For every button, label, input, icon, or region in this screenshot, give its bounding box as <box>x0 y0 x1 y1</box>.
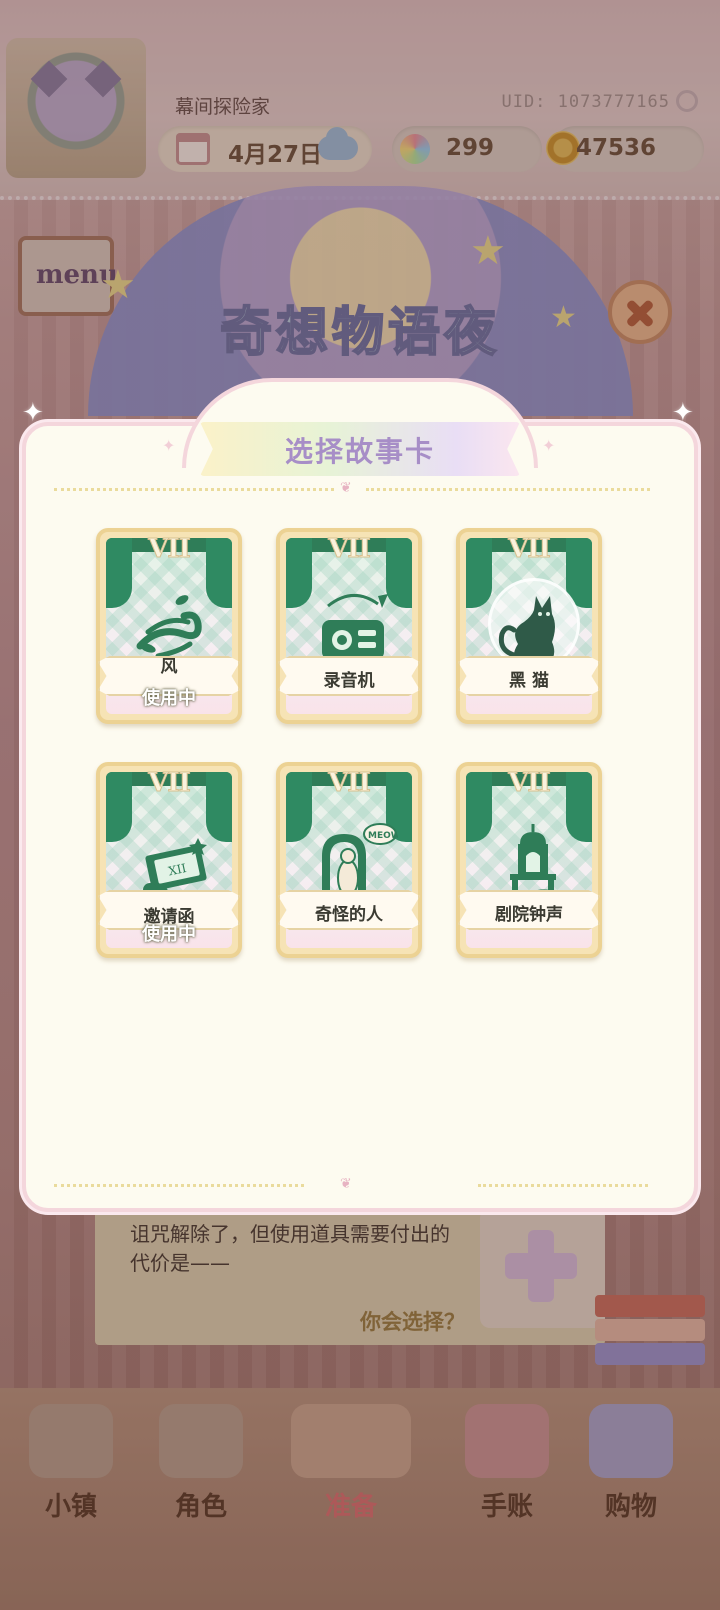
strange-person-icon: MEOW <box>318 823 398 902</box>
card-numeral: VII <box>328 534 372 565</box>
card-name: 风 <box>160 657 178 677</box>
story-card-strange-person[interactable]: MEOW VII 奇怪的人 <box>276 762 422 958</box>
bow-icon: ❦ <box>340 1176 352 1192</box>
bow-icon: ❦ <box>340 480 352 496</box>
card-numeral: VII <box>328 768 372 799</box>
story-card-theater-bell[interactable]: VII 剧院钟声 <box>456 762 602 958</box>
sparkle-icon: ✦ <box>162 436 176 455</box>
select-story-card-dialog: ✦ ✦ 选择故事卡 ✦ ✦ ❦ ❦ VII 风 使用中 VII 录音机 VII … <box>22 378 698 1246</box>
card-name: 奇怪的人 <box>315 905 383 925</box>
card-name: 剧院钟声 <box>495 905 563 925</box>
story-card-wind[interactable]: VII 风 使用中 <box>96 528 242 724</box>
invitation-icon: XII <box>143 838 207 898</box>
black-cat-icon <box>498 596 555 664</box>
divider <box>54 488 334 491</box>
card-numeral: VII <box>508 768 552 799</box>
card-numeral: VII <box>148 768 192 799</box>
divider <box>478 1184 648 1187</box>
card-name: 黑 猫 <box>509 671 549 691</box>
card-in-use-badge: 使用中 <box>142 924 196 945</box>
card-name: 录音机 <box>323 671 375 691</box>
theater-bell-icon <box>498 824 572 900</box>
svg-text:MEOW: MEOW <box>368 831 398 841</box>
divider <box>54 1184 304 1187</box>
sparkle-icon: ✦ <box>672 398 694 428</box>
card-in-use-badge: 使用中 <box>142 688 196 709</box>
dialog-title: 选择故事卡 <box>284 435 435 468</box>
radio-icon <box>322 594 388 660</box>
story-card-invitation[interactable]: XII VII 邀请函 使用中 <box>96 762 242 958</box>
sparkle-icon: ✦ <box>22 398 44 428</box>
divider <box>366 488 650 491</box>
story-card-recorder[interactable]: VII 录音机 <box>276 528 422 724</box>
sparkle-icon: ✦ <box>542 436 556 455</box>
story-card-black-cat[interactable]: VII 黑 猫 <box>456 528 602 724</box>
card-numeral: VII <box>508 534 552 565</box>
card-numeral: VII <box>148 534 192 565</box>
